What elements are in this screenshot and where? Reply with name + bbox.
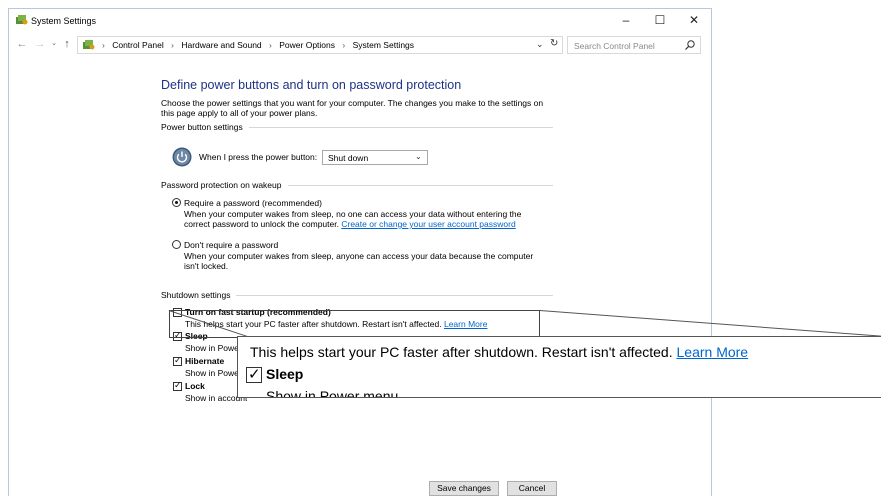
require-password-label[interactable]: Require a password (recommended) — [184, 198, 322, 208]
dont-require-password-radio[interactable] — [172, 240, 181, 249]
zoom-sleep-description: Show in Power menu. — [266, 388, 403, 398]
address-bar[interactable]: › Control Panel › Hardware and Sound › P… — [77, 36, 563, 54]
recent-locations-icon[interactable]: ⌄ — [49, 36, 59, 52]
navigation-bar: ← → ⌄ ↑ › Control Panel › Hardware and S… — [9, 33, 711, 59]
save-changes-button[interactable]: Save changes — [429, 481, 499, 496]
chevron-down-icon: ⌄ — [415, 152, 422, 161]
require-password-description: When your computer wakes from sleep, no … — [184, 209, 544, 229]
minimize-button[interactable]: – — [609, 9, 643, 33]
breadcrumb: › Control Panel › Hardware and Sound › P… — [102, 40, 414, 50]
breadcrumb-separator: › — [102, 40, 105, 50]
password-group-label: Password protection on wakeup — [161, 180, 288, 190]
main-content: Define power buttons and turn on passwor… — [9, 59, 711, 479]
search-placeholder: Search Control Panel — [574, 41, 655, 51]
breadcrumb-separator: › — [269, 40, 272, 50]
back-arrow-icon[interactable]: ← — [15, 36, 29, 52]
breadcrumb-separator: › — [342, 40, 346, 50]
window-title: System Settings — [31, 16, 97, 26]
power-button-group-label: Power button settings — [161, 122, 249, 132]
power-button-action-select[interactable]: Shut down ⌄ — [322, 150, 428, 165]
breadcrumb-power-options[interactable]: Power Options — [279, 40, 335, 50]
control-panel-icon — [83, 40, 95, 50]
change-password-link[interactable]: Create or change your user account passw… — [341, 219, 515, 229]
power-icon — [172, 147, 192, 167]
forward-arrow-icon[interactable]: → — [33, 36, 47, 52]
search-icon[interactable] — [684, 39, 696, 51]
breadcrumb-separator: › — [171, 40, 174, 50]
require-password-radio[interactable] — [172, 198, 181, 207]
lock-checkbox[interactable] — [173, 380, 182, 391]
zoom-desc-text: This helps start your PC faster after sh… — [250, 344, 673, 360]
zoom-source-highlight — [169, 310, 540, 338]
footer: Save changes Cancel — [9, 479, 711, 496]
page-title: Define power buttons and turn on passwor… — [161, 78, 462, 92]
zoom-learn-more-link: Learn More — [676, 344, 749, 360]
zoom-callout: This helps start your PC faster after sh… — [237, 336, 881, 398]
cancel-button[interactable]: Cancel — [507, 481, 557, 496]
control-panel-icon — [16, 15, 28, 25]
title-bar[interactable]: System Settings – ☐ ✕ — [9, 9, 711, 33]
power-button-label: When I press the power button: — [199, 152, 318, 162]
dont-require-password-label[interactable]: Don't require a password — [184, 240, 278, 250]
address-dropdown-icon[interactable]: ⌄ — [536, 39, 544, 50]
hibernate-label[interactable]: Hibernate — [185, 356, 224, 366]
shutdown-group-label: Shutdown settings — [161, 290, 237, 300]
power-button-selected-value: Shut down — [328, 153, 369, 163]
zoom-sleep-label: Sleep — [266, 366, 304, 382]
breadcrumb-hardware-and-sound[interactable]: Hardware and Sound — [181, 40, 261, 50]
search-input[interactable]: Search Control Panel — [567, 36, 701, 54]
breadcrumb-control-panel[interactable]: Control Panel — [112, 40, 164, 50]
hibernate-checkbox[interactable] — [173, 355, 182, 366]
lock-label[interactable]: Lock — [185, 381, 205, 391]
zoom-fast-startup-description: This helps start your PC faster after sh… — [250, 344, 748, 360]
up-arrow-icon[interactable]: ↑ — [61, 36, 73, 52]
breadcrumb-system-settings[interactable]: System Settings — [353, 40, 414, 50]
maximize-button[interactable]: ☐ — [643, 9, 677, 33]
dont-require-password-description: When your computer wakes from sleep, any… — [184, 251, 534, 271]
page-intro: Choose the power settings that you want … — [161, 98, 544, 118]
system-settings-window: System Settings – ☐ ✕ ← → ⌄ ↑ › Control … — [8, 8, 712, 496]
zoom-sleep-checkbox — [246, 365, 262, 383]
close-button[interactable]: ✕ — [677, 9, 711, 33]
refresh-icon[interactable]: ↻ — [550, 38, 558, 49]
